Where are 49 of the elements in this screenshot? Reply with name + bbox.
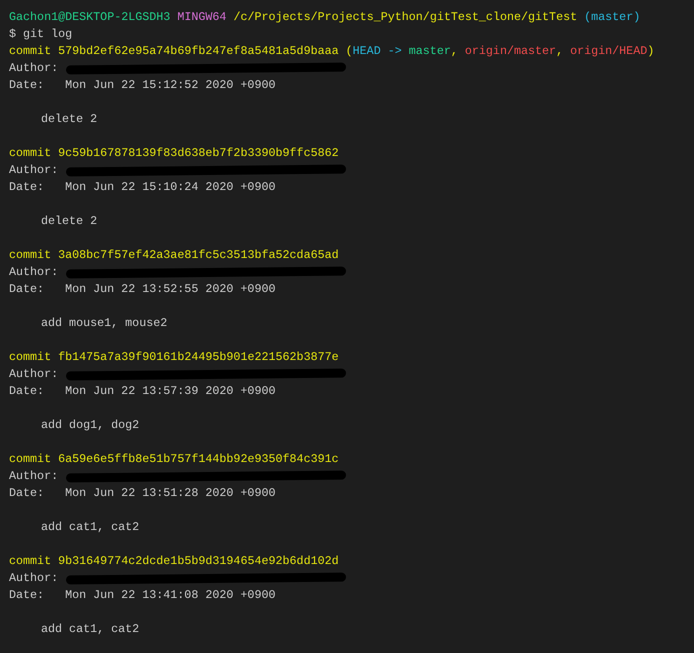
commit-message: delete 2: [41, 213, 98, 230]
ref-label: ,: [556, 43, 564, 60]
date-label: Date:: [9, 485, 44, 502]
author-label: Author:: [9, 60, 58, 77]
commit-label: commit: [9, 553, 52, 570]
commit-hash: 579bd2ef62e95a74b69fb247ef8a5481a5d9baaa: [58, 43, 339, 60]
commit-hash: 9c59b167878139f83d638eb7f2b3390b9ffc5862: [58, 145, 339, 162]
commit-date: Mon Jun 22 13:57:39 2020 +0900: [65, 383, 276, 400]
commit-hash: 3a08bc7f57ef42a3ae81fc5c3513bfa52cda65ad: [58, 247, 339, 264]
commit-date: Mon Jun 22 15:12:52 2020 +0900: [65, 77, 276, 94]
commit-hash: 9b31649774c2dcde1b5b9d3194654e92b6dd102d: [58, 553, 339, 570]
commit-label: commit: [9, 43, 52, 60]
date-label: Date:: [9, 281, 44, 298]
commit-label: commit: [9, 145, 52, 162]
commit-hash: 6a59e6e5ffb8e51b757f144bb92e9350f84c391c: [58, 451, 339, 468]
prompt-text: (master): [584, 9, 640, 26]
prompt-text: /c/Projects/Projects_Python/gitTest_clone/gitTest: [233, 9, 578, 26]
ref-label: ,: [450, 43, 458, 60]
ref-label: ): [647, 43, 654, 60]
ref-label: origin/master: [464, 43, 556, 60]
ref-label: origin/HEAD: [570, 43, 648, 60]
commit-message: add mouse1, mouse2: [41, 315, 168, 332]
commit-message: delete 2: [41, 111, 98, 128]
command-text: $ git log: [9, 26, 72, 43]
author-label: Author:: [9, 264, 58, 281]
author-label: Author:: [9, 468, 58, 485]
date-label: Date:: [9, 587, 44, 604]
prompt-text: Gachon1@DESKTOP-2LGSDH3: [9, 9, 170, 26]
date-label: Date:: [9, 383, 44, 400]
commit-message: add cat1, cat2: [41, 519, 140, 536]
commit-label: commit: [9, 349, 52, 366]
commit-hash: fb1475a7a39f90161b24495b901e221562b3877e: [58, 349, 339, 366]
commit-message: add dog1, dog2: [41, 417, 140, 434]
ref-label: HEAD ->: [352, 43, 402, 60]
commit-message: add cat1, cat2: [41, 621, 140, 638]
commit-label: commit: [9, 451, 52, 468]
commit-date: Mon Jun 22 13:52:55 2020 +0900: [65, 281, 276, 298]
author-label: Author:: [9, 570, 58, 587]
date-label: Date:: [9, 179, 44, 196]
commit-label: commit: [9, 247, 52, 264]
author-label: Author:: [9, 366, 58, 383]
commit-date: Mon Jun 22 15:10:24 2020 +0900: [65, 179, 276, 196]
date-label: Date:: [9, 77, 44, 94]
ref-label: master: [408, 43, 451, 60]
commit-date: Mon Jun 22 13:41:08 2020 +0900: [65, 587, 276, 604]
prompt-text: MINGW64: [177, 9, 226, 26]
commit-date: Mon Jun 22 13:51:28 2020 +0900: [65, 485, 276, 502]
author-label: Author:: [9, 162, 58, 179]
ref-label: (: [346, 43, 353, 60]
